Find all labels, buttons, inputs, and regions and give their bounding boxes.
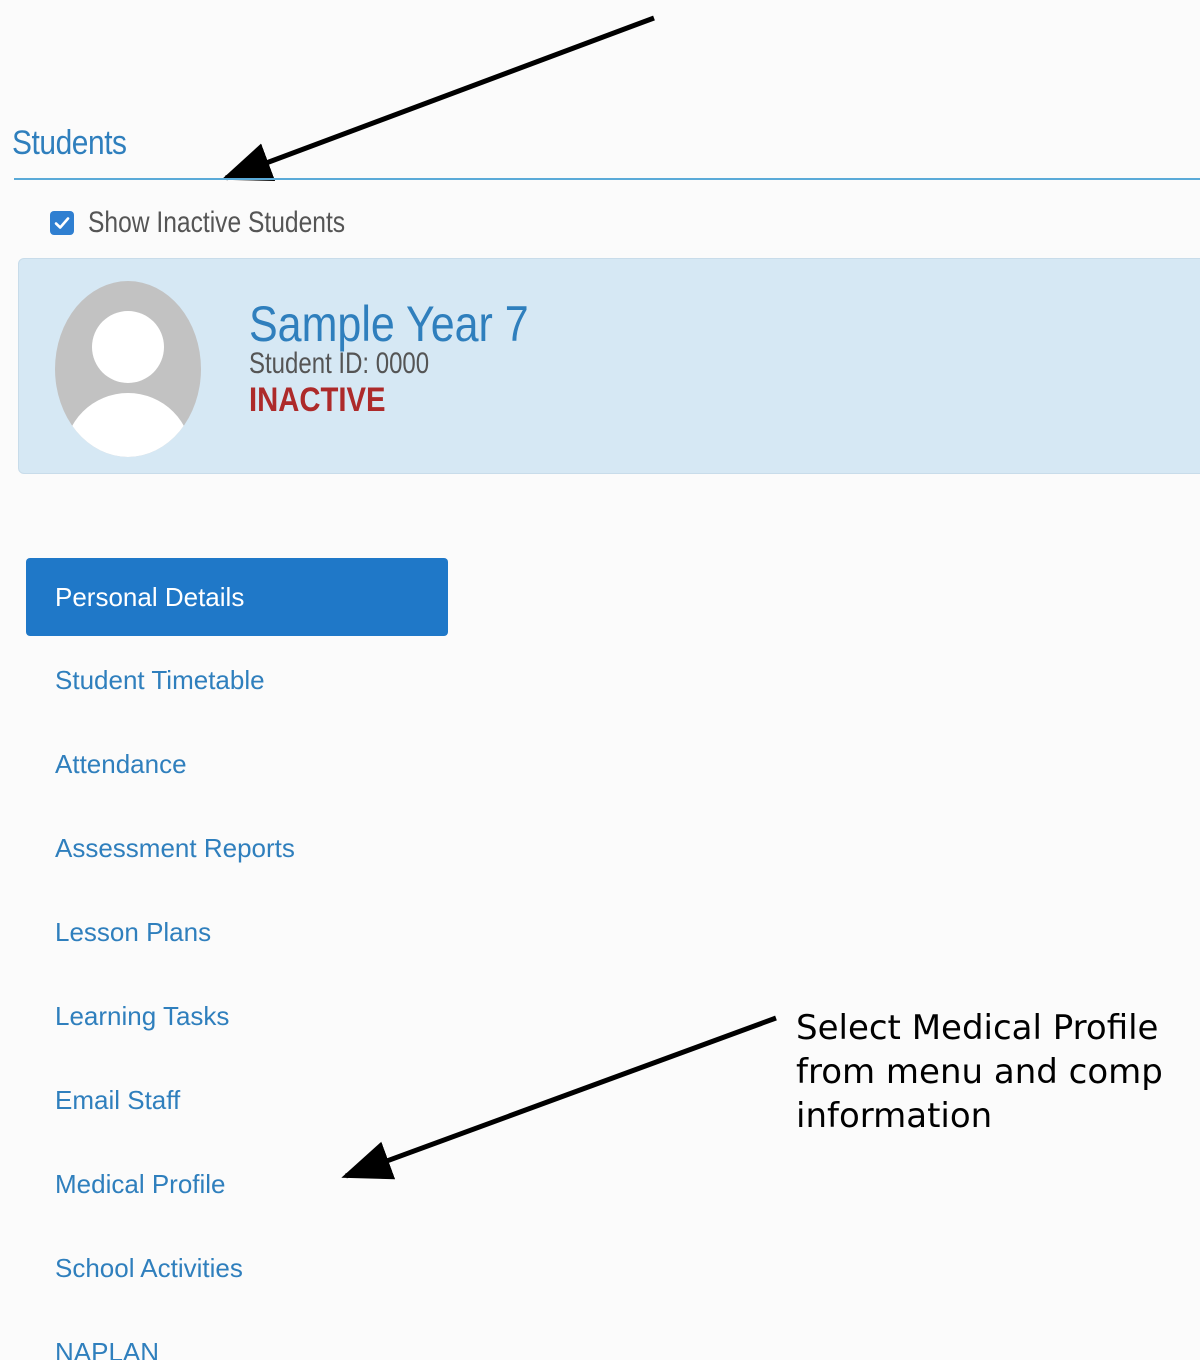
- status-badge: INACTIVE: [249, 381, 386, 419]
- show-inactive-toggle[interactable]: Show Inactive Students: [50, 206, 402, 240]
- menu-item-medical-profile[interactable]: Medical Profile: [26, 1144, 448, 1224]
- arrow-to-show-inactive: [221, 15, 655, 181]
- show-inactive-checkbox[interactable]: [50, 211, 74, 235]
- menu-item-assessment-reports[interactable]: Assessment Reports: [26, 808, 448, 888]
- menu-item-school-activities[interactable]: School Activities: [26, 1228, 448, 1308]
- menu-item-lesson-plans[interactable]: Lesson Plans: [26, 892, 448, 972]
- menu-item-attendance[interactable]: Attendance: [26, 724, 448, 804]
- menu-item-personal-details[interactable]: Personal Details: [26, 558, 448, 636]
- student-name: Sample Year 7: [249, 296, 529, 352]
- avatar-icon: [55, 281, 201, 457]
- student-menu: Personal Details Student Timetable Atten…: [26, 558, 448, 1360]
- menu-item-learning-tasks[interactable]: Learning Tasks: [26, 976, 448, 1056]
- annotation-line: Select Medical Profile: [796, 1008, 1159, 1048]
- menu-item-student-timetable[interactable]: Student Timetable: [26, 640, 448, 720]
- student-id: Student ID: 0000: [249, 347, 430, 380]
- page-title: Students: [12, 124, 127, 162]
- menu-item-email-staff[interactable]: Email Staff: [26, 1060, 448, 1140]
- student-card: Sample Year 7 Student ID: 0000 INACTIVE: [18, 258, 1200, 474]
- annotation-line: information: [796, 1096, 993, 1136]
- show-inactive-label: Show Inactive Students: [88, 206, 346, 239]
- annotation-line: from menu and comp: [796, 1052, 1163, 1092]
- annotation-note: Select Medical Profile from menu and com…: [796, 1006, 1200, 1138]
- checkmark-icon: [54, 217, 70, 229]
- menu-item-naplan[interactable]: NAPLAN: [26, 1312, 448, 1360]
- title-divider: [14, 178, 1200, 180]
